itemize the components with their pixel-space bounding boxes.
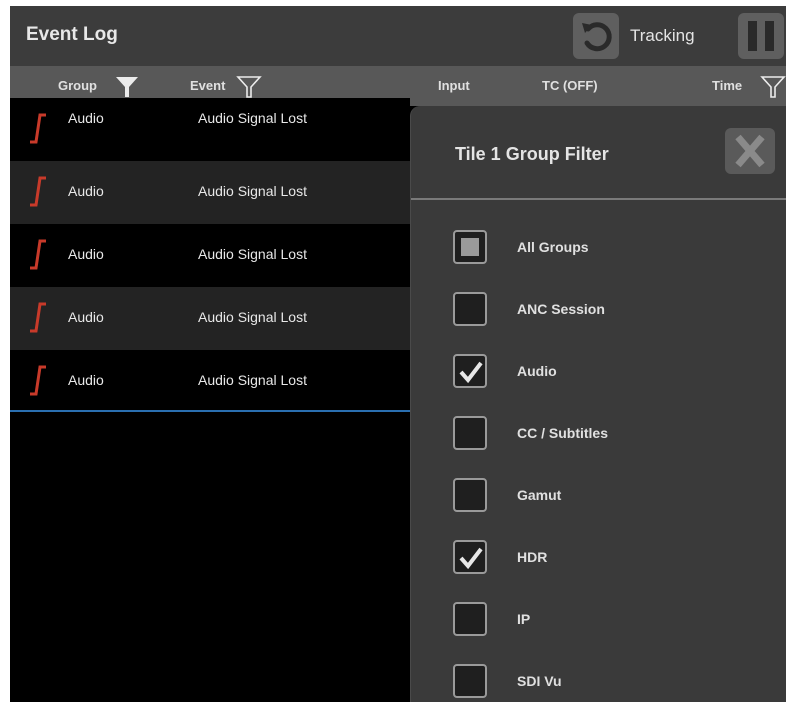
hdr-checkbox[interactable]	[453, 540, 487, 574]
checkmark-icon	[459, 547, 483, 570]
signal-edge-icon	[30, 302, 46, 333]
option-label: All Groups	[517, 239, 589, 255]
signal-edge-icon	[30, 365, 46, 396]
ip-checkbox[interactable]	[453, 602, 487, 636]
option-label: Audio	[517, 363, 557, 379]
row-group: Audio	[68, 183, 104, 199]
option-label: Gamut	[517, 487, 562, 503]
column-time[interactable]: Time	[712, 78, 742, 93]
filter-option-all-groups[interactable]: All Groups	[453, 230, 773, 270]
row-event: Audio Signal Lost	[198, 309, 307, 325]
signal-edge-icon	[30, 239, 46, 270]
option-label: ANC Session	[517, 301, 605, 317]
group-filter-panel: Tile 1 Group Filter All Groups ANC Sessi…	[410, 106, 786, 702]
filter-icon[interactable]	[236, 74, 262, 100]
option-label: IP	[517, 611, 531, 627]
checkmark-icon	[459, 361, 483, 384]
row-event: Audio Signal Lost	[198, 372, 307, 388]
page-title: Event Log	[26, 24, 118, 45]
option-label: HDR	[517, 549, 548, 565]
table-row[interactable]: Audio Audio Signal Lost	[10, 161, 410, 224]
filter-active-icon[interactable]	[114, 74, 140, 100]
option-label: SDI Vu	[517, 673, 562, 689]
pause-icon	[748, 21, 774, 51]
panel-divider	[411, 198, 786, 200]
refresh-button[interactable]	[573, 13, 619, 59]
time-filter-icon[interactable]	[760, 74, 786, 100]
anc-session-checkbox[interactable]	[453, 292, 487, 326]
row-event: Audio Signal Lost	[198, 110, 307, 126]
cc-subtitles-checkbox[interactable]	[453, 416, 487, 450]
column-event[interactable]: Event	[190, 78, 225, 93]
filter-option-audio[interactable]: Audio	[453, 354, 773, 394]
tracking-label: Tracking	[630, 26, 695, 45]
filter-option-ip[interactable]: IP	[453, 602, 773, 642]
close-icon	[735, 134, 765, 168]
filter-option-hdr[interactable]: HDR	[453, 540, 773, 580]
event-log-app: Event Log Tracking Group Event Input TC …	[10, 6, 786, 702]
row-event: Audio Signal Lost	[198, 246, 307, 262]
signal-edge-icon	[30, 176, 46, 207]
row-event: Audio Signal Lost	[198, 183, 307, 199]
row-group: Audio	[68, 110, 104, 126]
filter-option-sdi-vu[interactable]: SDI Vu	[453, 664, 773, 702]
audio-checkbox[interactable]	[453, 354, 487, 388]
column-tc[interactable]: TC (OFF)	[542, 78, 598, 93]
filter-option-gamut[interactable]: Gamut	[453, 478, 773, 518]
table-row[interactable]: Audio Audio Signal Lost	[10, 98, 410, 161]
all-groups-checkbox[interactable]	[453, 230, 487, 264]
table-row[interactable]: Audio Audio Signal Lost	[10, 350, 410, 413]
table-row[interactable]: Audio Audio Signal Lost	[10, 287, 410, 350]
signal-edge-icon	[30, 113, 46, 144]
selection-line	[10, 410, 410, 412]
option-label: CC / Subtitles	[517, 425, 609, 441]
table-row[interactable]: Audio Audio Signal Lost	[10, 224, 410, 287]
row-group: Audio	[68, 309, 104, 325]
row-group: Audio	[68, 372, 104, 388]
column-input[interactable]: Input	[438, 78, 470, 93]
close-button[interactable]	[725, 128, 775, 174]
sdi-vu-checkbox[interactable]	[453, 664, 487, 698]
column-group[interactable]: Group	[58, 78, 97, 93]
title-bar: Event Log Tracking	[10, 6, 786, 66]
filter-option-cc-subtitles[interactable]: CC / Subtitles	[453, 416, 773, 456]
refresh-icon	[582, 22, 612, 52]
filter-option-anc-session[interactable]: ANC Session	[453, 292, 773, 332]
gamut-checkbox[interactable]	[453, 478, 487, 512]
row-group: Audio	[68, 246, 104, 262]
panel-title: Tile 1 Group Filter	[455, 144, 609, 164]
pause-button[interactable]	[738, 13, 784, 59]
